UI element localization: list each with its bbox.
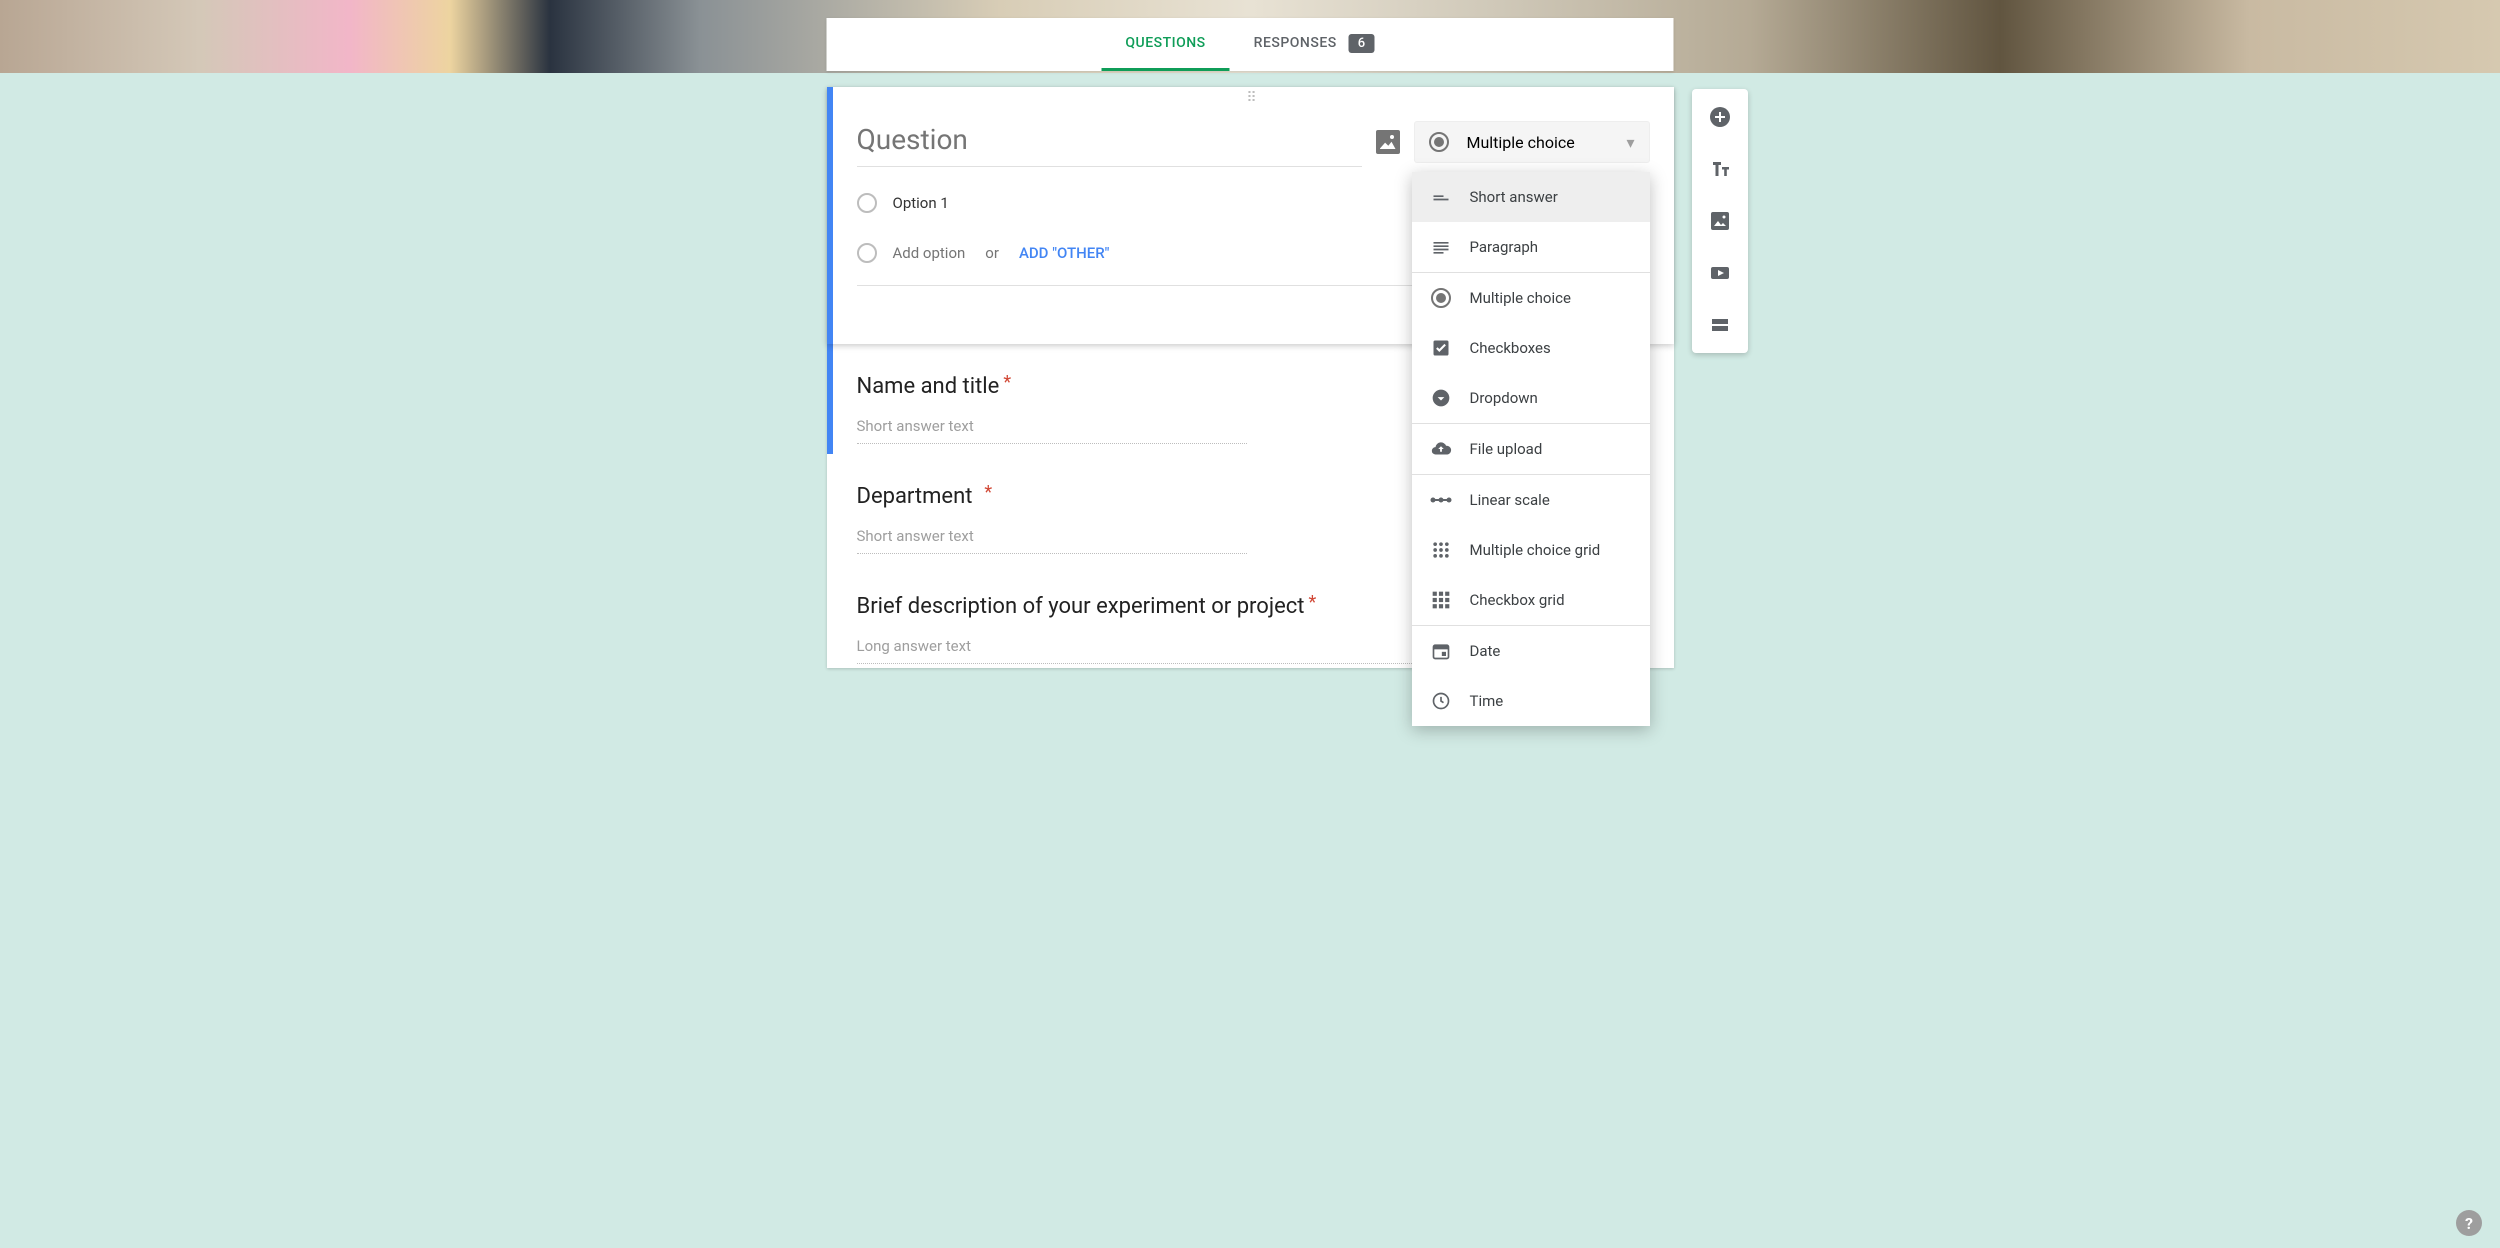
menu-label: Multiple choice: [1470, 289, 1571, 307]
radio-icon: [1430, 287, 1452, 309]
required-star-icon: *: [984, 482, 992, 503]
question-title: Department: [857, 484, 973, 509]
cloud-upload-icon: [1430, 438, 1452, 460]
menu-label: Checkboxes: [1470, 339, 1551, 357]
radio-icon: [1429, 132, 1449, 152]
calendar-icon: [1430, 640, 1452, 662]
add-video-button[interactable]: [1700, 253, 1740, 293]
tab-questions[interactable]: QUESTIONS: [1101, 18, 1229, 71]
clock-icon: [1430, 690, 1452, 712]
dropdown-icon: [1430, 387, 1452, 409]
menu-label: Time: [1470, 692, 1504, 710]
question-type-selector[interactable]: Multiple choice ▾: [1414, 121, 1650, 163]
question-title-input[interactable]: [857, 117, 1362, 167]
menu-item-short-answer[interactable]: Short answer: [1412, 172, 1650, 222]
add-section-button[interactable]: [1700, 305, 1740, 345]
checkbox-icon: [1430, 337, 1452, 359]
drag-handle-icon[interactable]: ⠿: [1246, 95, 1259, 101]
short-answer-placeholder: Short answer text: [857, 417, 1247, 444]
menu-item-file-upload[interactable]: File upload: [1412, 424, 1650, 474]
cb-grid-icon: [1430, 589, 1452, 611]
add-option-button[interactable]: Add option: [893, 244, 966, 262]
short-answer-icon: [1430, 186, 1452, 208]
question-title: Name and title: [857, 374, 1000, 399]
menu-item-dropdown[interactable]: Dropdown: [1412, 373, 1650, 423]
menu-label: Dropdown: [1470, 389, 1538, 407]
menu-item-paragraph[interactable]: Paragraph: [1412, 222, 1650, 272]
menu-item-checkboxes[interactable]: Checkboxes: [1412, 323, 1650, 373]
menu-item-multiple-choice[interactable]: Multiple choice: [1412, 273, 1650, 323]
menu-label: Short answer: [1470, 188, 1558, 206]
tab-responses[interactable]: RESPONSES 6: [1230, 18, 1399, 71]
add-other-button[interactable]: ADD "OTHER": [1019, 244, 1110, 262]
menu-item-time[interactable]: Time: [1412, 676, 1650, 726]
option-1-label: Option 1: [893, 194, 949, 212]
menu-item-date[interactable]: Date: [1412, 626, 1650, 676]
menu-label: Paragraph: [1470, 238, 1539, 256]
question-type-label: Multiple choice: [1467, 133, 1575, 152]
menu-item-mc-grid[interactable]: Multiple choice grid: [1412, 525, 1650, 575]
help-button[interactable]: ?: [2456, 1210, 2482, 1236]
add-question-button[interactable]: [1700, 97, 1740, 137]
short-answer-placeholder: Short answer text: [857, 527, 1247, 554]
menu-label: Checkbox grid: [1470, 591, 1565, 609]
or-text: or: [985, 244, 999, 262]
menu-label: Linear scale: [1470, 491, 1550, 509]
mc-grid-icon: [1430, 539, 1452, 561]
add-image-icon[interactable]: [1376, 130, 1400, 154]
responses-count-badge: 6: [1349, 34, 1375, 53]
add-title-button[interactable]: [1700, 149, 1740, 189]
side-toolbar: [1692, 89, 1748, 353]
tab-strip: QUESTIONS RESPONSES 6: [827, 18, 1674, 71]
paragraph-icon: [1430, 236, 1452, 258]
required-star-icon: *: [1003, 372, 1011, 393]
chevron-down-icon: ▾: [1626, 133, 1634, 152]
radio-empty-icon: [857, 243, 877, 263]
radio-empty-icon: [857, 193, 877, 213]
tab-questions-label: QUESTIONS: [1125, 35, 1205, 51]
menu-label: Multiple choice grid: [1470, 541, 1601, 559]
header-banner: QUESTIONS RESPONSES 6: [0, 0, 2500, 73]
question-type-menu: Short answer Paragraph Multiple choice C…: [1412, 172, 1650, 726]
menu-label: File upload: [1470, 440, 1543, 458]
question-title: Brief description of your experiment or …: [857, 594, 1305, 619]
linear-scale-icon: [1430, 489, 1452, 511]
menu-label: Date: [1470, 642, 1501, 660]
tab-responses-label: RESPONSES: [1254, 35, 1337, 51]
menu-item-linear-scale[interactable]: Linear scale: [1412, 475, 1650, 525]
add-image-button[interactable]: [1700, 201, 1740, 241]
menu-item-cb-grid[interactable]: Checkbox grid: [1412, 575, 1650, 625]
required-star-icon: *: [1308, 592, 1316, 613]
